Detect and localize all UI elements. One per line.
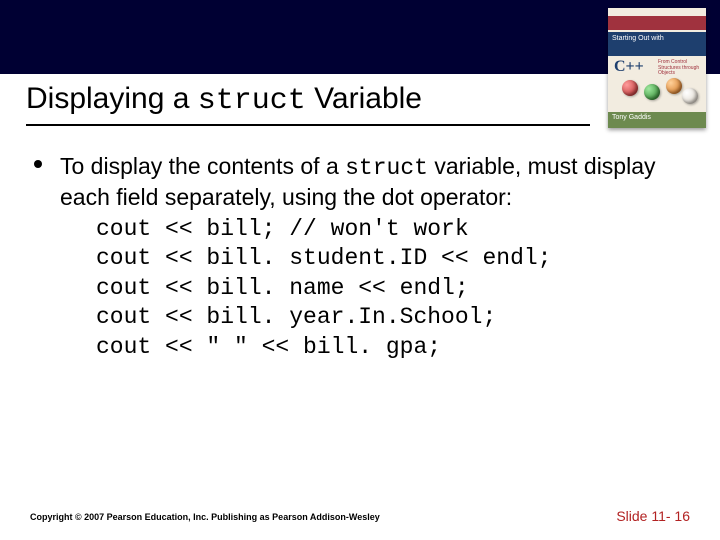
slide-number: Slide 11- 16 (616, 508, 690, 524)
copyright-notice: Copyright © 2007 Pearson Education, Inc.… (30, 512, 380, 522)
billiard-ball-icon (622, 80, 638, 96)
code-line: cout << bill. name << endl; (96, 274, 686, 303)
book-accent-stripe (608, 16, 706, 30)
para-text-a: To display the contents of a (60, 153, 345, 179)
title-underline (26, 124, 590, 126)
title-text-pre: Displaying a (26, 82, 198, 115)
bullet-paragraph: To display the contents of a struct vari… (60, 152, 686, 213)
billiard-ball-icon (644, 84, 660, 100)
book-cover-art (608, 78, 706, 108)
title-code-keyword: struct (198, 84, 306, 118)
title-text-post: Variable (306, 82, 422, 115)
slide-title: Displaying a struct Variable (26, 82, 422, 118)
code-line: cout << bill. year.In.School; (96, 303, 686, 332)
code-example: cout << bill; // won't workcout << bill.… (96, 215, 686, 362)
book-language-label: C++ (614, 58, 644, 76)
book-series-title: Starting Out with (608, 32, 706, 56)
code-line: cout << bill. student.ID << endl; (96, 244, 686, 273)
billiard-ball-icon (682, 88, 698, 104)
bullet-icon (34, 160, 42, 168)
book-subtitle: From Control Structures through Objects (658, 60, 702, 77)
book-cover-thumbnail: Starting Out with C++ From Control Struc… (608, 8, 706, 128)
billiard-ball-icon (666, 78, 682, 94)
slide-body: To display the contents of a struct vari… (34, 152, 686, 362)
book-author: Tony Gaddis (608, 112, 706, 128)
code-line: cout << " " << bill. gpa; (96, 333, 686, 362)
code-line: cout << bill; // won't work (96, 215, 686, 244)
para-code-keyword: struct (345, 155, 428, 181)
